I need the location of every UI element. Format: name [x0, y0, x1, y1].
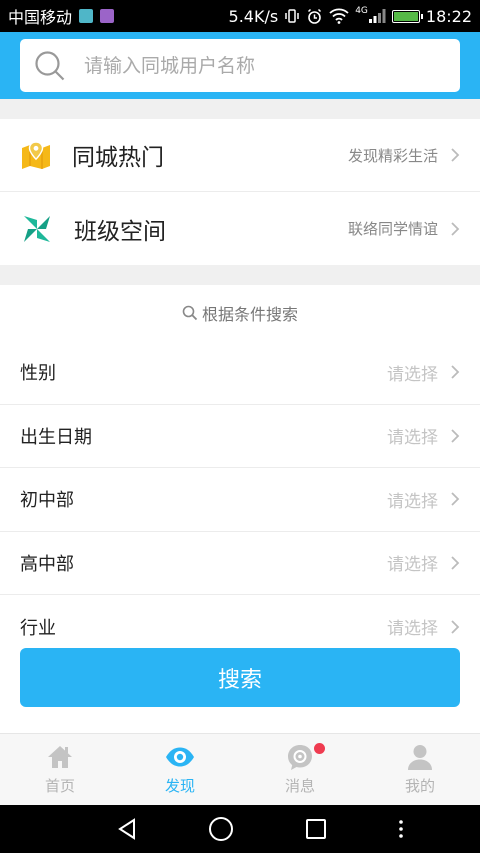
map-pin-icon [22, 141, 50, 169]
filter-birthdate[interactable]: 出生日期 请选择 [0, 405, 480, 468]
quick-link-hot[interactable]: 同城热门 发现精彩生活 [0, 119, 480, 192]
home-circle-icon[interactable] [208, 816, 234, 842]
alarm-icon [308, 8, 322, 24]
quick-links: 同城热门 发现精彩生活 班级空间 联络同学情谊 [0, 119, 480, 265]
condition-search-header: 根据条件搜索 [0, 285, 480, 341]
filter-value: 请选择 [387, 555, 438, 576]
search-input[interactable] [84, 54, 424, 77]
notification-app-icon [79, 9, 94, 23]
wifi-icon [329, 8, 349, 24]
network-type: 4G [355, 6, 368, 16]
filter-label: 出生日期 [20, 426, 92, 448]
search-icon [182, 305, 198, 321]
filter-value: 请选择 [387, 619, 438, 640]
search-header [0, 32, 480, 99]
unread-badge [314, 743, 325, 754]
tab-label: 我的 [404, 777, 435, 795]
back-icon[interactable] [115, 817, 139, 841]
filter-label: 初中部 [20, 490, 74, 512]
chevron-right-icon [451, 556, 460, 570]
tab-home[interactable]: 首页 [0, 734, 120, 805]
pinwheel-icon [24, 215, 50, 242]
chevron-right-icon [451, 620, 460, 634]
carrier-label: 中国移动 [8, 8, 73, 27]
message-icon [288, 745, 312, 770]
network-speed: 5.4K/s [228, 6, 279, 26]
tab-messages[interactable]: 消息 [240, 734, 360, 805]
tab-bar: 首页 发现 消息 我的 [0, 733, 480, 805]
filter-gender[interactable]: 性别 请选择 [0, 341, 480, 405]
condition-search-title: 根据条件搜索 [201, 305, 298, 324]
quick-link-title: 班级空间 [74, 218, 166, 245]
vibrate-icon [285, 9, 299, 23]
quick-link-hint: 联络同学情谊 [347, 220, 438, 238]
search-icon [35, 50, 65, 80]
chevron-right-icon [451, 148, 460, 162]
search-box[interactable] [20, 39, 460, 92]
tab-label: 消息 [284, 777, 315, 795]
search-button[interactable]: 搜索 [20, 648, 460, 707]
filter-value: 请选择 [387, 364, 438, 385]
chevron-right-icon [451, 429, 460, 443]
chevron-right-icon [451, 492, 460, 506]
filter-junior-high[interactable]: 初中部 请选择 [0, 468, 480, 532]
tab-label: 首页 [44, 777, 75, 795]
status-bar: 中国移动 5.4K/s 4G 18:22 [0, 0, 480, 32]
filter-value: 请选择 [387, 491, 438, 512]
home-icon [48, 746, 72, 768]
more-options-icon[interactable] [397, 817, 405, 841]
chevron-right-icon [451, 221, 460, 236]
recent-apps-icon[interactable] [304, 817, 328, 841]
battery-icon [391, 9, 423, 23]
signal-icon [368, 9, 386, 23]
tab-profile[interactable]: 我的 [360, 734, 480, 805]
filter-label: 高中部 [20, 553, 74, 575]
filter-senior-high[interactable]: 高中部 请选择 [0, 532, 480, 595]
filter-label: 行业 [20, 617, 56, 639]
chevron-right-icon [451, 365, 460, 379]
quick-link-title: 同城热门 [72, 145, 164, 171]
notification-gallery-icon [100, 9, 115, 23]
tab-label: 发现 [164, 777, 195, 795]
system-nav-bar [0, 805, 480, 853]
quick-link-class[interactable]: 班级空间 联络同学情谊 [0, 192, 480, 265]
quick-link-hint: 发现精彩生活 [347, 146, 438, 165]
profile-icon [408, 745, 432, 770]
filter-value: 请选择 [387, 428, 438, 449]
filter-label: 性别 [20, 363, 56, 385]
clock: 18:22 [425, 6, 472, 26]
eye-icon [166, 747, 194, 767]
tab-discover[interactable]: 发现 [120, 734, 240, 805]
